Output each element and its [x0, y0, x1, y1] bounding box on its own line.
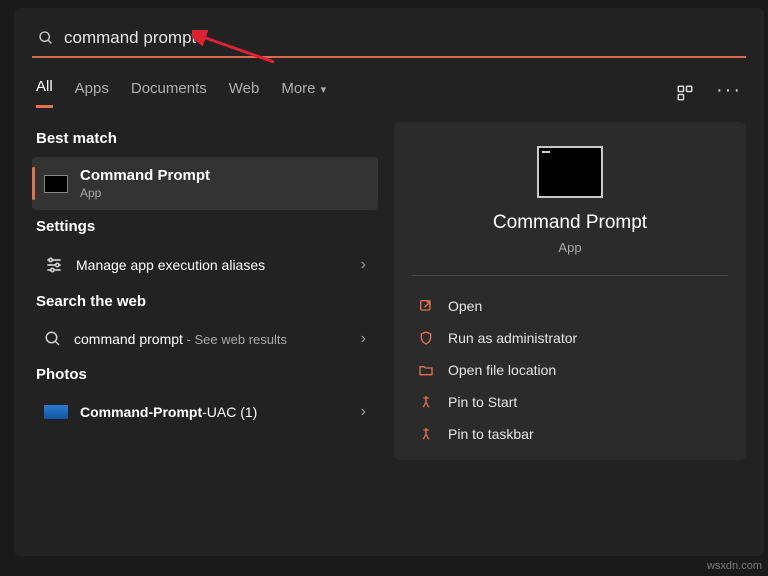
search-icon: [38, 30, 54, 46]
preview-title: Command Prompt: [412, 212, 728, 234]
action-run-admin[interactable]: Run as administrator: [412, 322, 728, 354]
divider: [412, 275, 728, 276]
pin-icon: [418, 426, 434, 442]
result-title: Command Prompt: [80, 167, 210, 184]
action-open-location[interactable]: Open file location: [412, 354, 728, 386]
folder-icon: [418, 362, 434, 378]
chevron-right-icon: ›: [361, 256, 366, 274]
section-search-web: Search the web: [36, 293, 378, 310]
result-label: Manage app execution aliases: [76, 257, 361, 273]
pin-icon: [418, 394, 434, 410]
action-open[interactable]: Open: [412, 290, 728, 322]
result-subtitle: App: [80, 186, 210, 200]
result-web-search[interactable]: command prompt - See web results ›: [32, 320, 378, 358]
section-settings: Settings: [36, 218, 378, 235]
photo-thumbnail: [44, 405, 68, 419]
section-best-match: Best match: [36, 130, 378, 147]
tab-web[interactable]: Web: [229, 80, 260, 107]
watermark: wsxdn.com: [707, 560, 762, 572]
result-command-prompt[interactable]: Command Prompt App: [32, 157, 378, 210]
result-label: Command-Prompt-UAC (1): [80, 404, 361, 420]
sliders-icon: [44, 255, 64, 275]
tabs-row: All Apps Documents Web More ▾ ···: [32, 72, 746, 108]
chevron-down-icon: ▾: [318, 84, 327, 96]
open-icon: [418, 298, 434, 314]
overflow-menu-icon[interactable]: ···: [716, 79, 742, 108]
action-label: Run as administrator: [448, 330, 577, 346]
tab-apps[interactable]: Apps: [75, 80, 109, 107]
result-manage-aliases[interactable]: Manage app execution aliases ›: [32, 245, 378, 285]
apps-grid-icon[interactable]: [676, 84, 694, 102]
tab-more[interactable]: More ▾: [281, 80, 326, 107]
preview-subtitle: App: [412, 240, 728, 255]
results-column: Best match Command Prompt App Settings M…: [32, 122, 378, 460]
result-label: command prompt - See web results: [74, 331, 361, 347]
chevron-right-icon: ›: [361, 403, 366, 421]
search-row: [32, 26, 746, 58]
action-label: Pin to taskbar: [448, 426, 534, 442]
result-photo[interactable]: Command-Prompt-UAC (1) ›: [32, 393, 378, 431]
start-search-panel: All Apps Documents Web More ▾ ··· Best m…: [14, 8, 764, 556]
section-photos: Photos: [36, 366, 378, 383]
search-input[interactable]: [64, 28, 746, 48]
action-label: Open: [448, 298, 482, 314]
chevron-right-icon: ›: [361, 330, 366, 348]
preview-pane: Command Prompt App Open Run as administr…: [394, 122, 746, 460]
action-pin-taskbar[interactable]: Pin to taskbar: [412, 418, 728, 450]
shield-icon: [418, 330, 434, 346]
action-pin-start[interactable]: Pin to Start: [412, 386, 728, 418]
cmd-icon: [44, 175, 68, 193]
action-label: Open file location: [448, 362, 556, 378]
tab-all[interactable]: All: [36, 78, 53, 108]
tab-documents[interactable]: Documents: [131, 80, 207, 107]
action-label: Pin to Start: [448, 394, 517, 410]
preview-app-icon: [537, 146, 603, 198]
search-icon: [44, 330, 62, 348]
